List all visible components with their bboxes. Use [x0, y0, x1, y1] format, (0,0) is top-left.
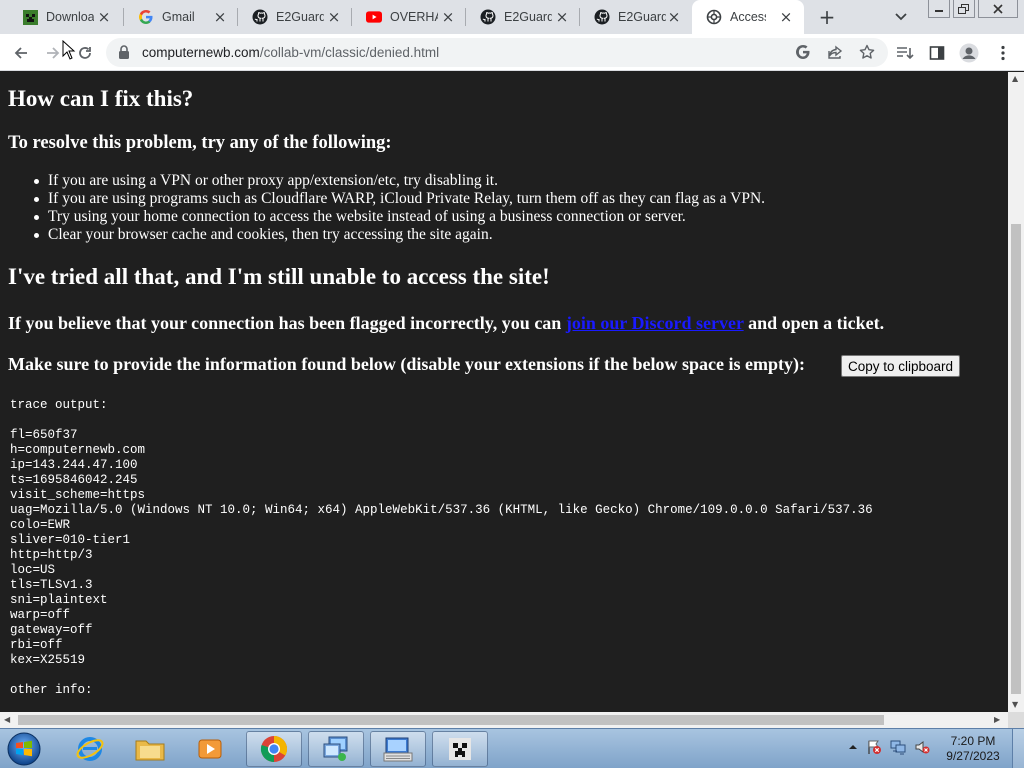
keyboard-icon: [383, 737, 413, 762]
trace-output[interactable]: trace output: fl=650f37 h=computernewb.c…: [10, 398, 873, 698]
google-icon: [138, 9, 154, 25]
flagged-text-after: and open a ticket.: [743, 313, 885, 333]
bookmark-star-icon[interactable]: [854, 39, 880, 65]
tab-title: OVERHAUL: [390, 10, 438, 24]
taskbar-file-explorer[interactable]: [122, 731, 178, 767]
provide-info-text: Make sure to provide the information fou…: [8, 354, 806, 374]
scroll-left-icon[interactable]: ◀: [4, 715, 10, 724]
folder-icon: [135, 740, 165, 761]
url-text[interactable]: computernewb.com/collab-vm/classic/denie…: [142, 45, 439, 60]
browser-toolbar: computernewb.com/collab-vm/classic/denie…: [0, 34, 1024, 71]
close-icon[interactable]: ×: [778, 9, 794, 25]
remote-desktop-icon: [323, 736, 348, 761]
taskbar-media-player[interactable]: [182, 731, 238, 767]
show-desktop-button[interactable]: [1012, 729, 1024, 768]
scrollbar-corner: [1008, 712, 1024, 728]
vertical-scroll-thumb[interactable]: [1011, 224, 1021, 694]
network-icon[interactable]: [890, 739, 906, 755]
action-center-flag-icon[interactable]: [866, 739, 882, 755]
copy-to-clipboard-button[interactable]: Copy to clipboard: [841, 355, 960, 377]
lock-icon[interactable]: [118, 45, 130, 64]
taskbar-keyboard-settings[interactable]: [370, 731, 426, 767]
tab-title: E2Guardian: [618, 10, 666, 24]
chrome-icon: [260, 735, 288, 763]
side-panel-icon[interactable]: [924, 40, 950, 66]
windows-taskbar: 7:20 PM 9/27/2023: [0, 728, 1024, 768]
github-icon: [594, 9, 610, 25]
scroll-right-icon[interactable]: ▶: [994, 715, 1000, 724]
minecraft-icon: [22, 9, 38, 25]
flagged-text-before: If you believe that your connection has …: [8, 313, 566, 333]
scroll-down-icon[interactable]: ▼: [1012, 700, 1018, 709]
tab-download[interactable]: Download ×: [8, 0, 122, 34]
tab-title: Download: [46, 10, 94, 24]
tab-title: Access Denied: [730, 10, 766, 24]
github-icon: [252, 9, 268, 25]
taskbar-internet-explorer[interactable]: [62, 731, 118, 767]
tab-strip: Download × Gmail × E2Guardian × OVERHAUL…: [0, 0, 1024, 34]
tab-access-denied[interactable]: Access Denied ×: [692, 0, 804, 34]
heading-resolve: To resolve this problem, try any of the …: [8, 133, 392, 153]
close-icon[interactable]: ×: [554, 9, 570, 25]
list-item: If you are using a VPN or other proxy ap…: [33, 172, 765, 190]
tab-e2guardian-3[interactable]: E2Guardian ×: [580, 0, 692, 34]
close-icon[interactable]: ×: [96, 9, 112, 25]
scroll-up-icon[interactable]: ▲: [1012, 74, 1018, 83]
close-icon[interactable]: ×: [440, 9, 456, 25]
profile-avatar-icon[interactable]: [956, 40, 982, 66]
system-clock[interactable]: 7:20 PM 9/27/2023: [938, 734, 1008, 764]
clock-date: 9/27/2023: [946, 749, 1000, 763]
close-icon[interactable]: ×: [666, 9, 682, 25]
flagged-paragraph: If you believe that your connection has …: [8, 313, 884, 334]
cloudflare-icon: [706, 9, 722, 25]
media-player-icon: [198, 739, 222, 759]
restore-button[interactable]: [953, 0, 975, 18]
reading-list-icon[interactable]: [892, 40, 918, 66]
new-tab-button[interactable]: +: [816, 6, 838, 28]
tab-search-icon[interactable]: [894, 9, 914, 25]
clock-time: 7:20 PM: [950, 734, 996, 748]
taskbar-remote-desktop[interactable]: [308, 731, 364, 767]
close-window-button[interactable]: [978, 0, 1018, 18]
heading-still-unable: I've tried all that, and I'm still unabl…: [8, 264, 550, 289]
start-button[interactable]: [4, 731, 44, 767]
tab-title: E2Guardian: [276, 10, 324, 24]
close-icon[interactable]: ×: [212, 9, 228, 25]
google-translate-icon[interactable]: [790, 39, 816, 65]
url-domain: computernewb.com: [142, 45, 260, 60]
page-content: How can I fix this? To resolve this prob…: [0, 72, 1008, 712]
horizontal-scrollbar[interactable]: ◀ ▶: [0, 712, 1008, 728]
horizontal-scroll-thumb[interactable]: [18, 715, 884, 725]
internet-explorer-icon: [76, 737, 104, 761]
taskbar-chrome[interactable]: [246, 731, 302, 767]
discord-link[interactable]: join our Discord server: [566, 313, 744, 333]
minecraft-creeper-icon: [449, 738, 471, 760]
back-button[interactable]: [8, 40, 34, 66]
tips-list: If you are using a VPN or other proxy ap…: [33, 172, 766, 244]
list-item: Try using your home connection to access…: [33, 208, 765, 226]
mouse-cursor-icon: [62, 40, 76, 60]
heading-how-to-fix: How can I fix this?: [8, 86, 194, 111]
close-icon[interactable]: ×: [326, 9, 342, 25]
tab-overhaul[interactable]: OVERHAUL ×: [352, 0, 466, 34]
list-item: If you are using programs such as Cloudf…: [33, 190, 766, 207]
tab-gmail[interactable]: Gmail ×: [124, 0, 238, 34]
tab-e2guardian-2[interactable]: E2Guardian ×: [466, 0, 580, 34]
list-item: Clear your browser cache and cookies, th…: [33, 226, 765, 244]
more-menu-icon[interactable]: [990, 40, 1016, 66]
tab-title: E2Guardian: [504, 10, 552, 24]
taskbar-minecraft[interactable]: [432, 731, 488, 767]
url-path: /collab-vm/classic/denied.html: [259, 45, 440, 60]
share-icon[interactable]: [822, 39, 848, 65]
vertical-scrollbar[interactable]: ▲ ▼: [1008, 72, 1024, 712]
tab-e2guardian-1[interactable]: E2Guardian ×: [238, 0, 352, 34]
volume-muted-icon[interactable]: [914, 739, 930, 755]
minimize-button[interactable]: [928, 0, 950, 18]
github-icon: [480, 9, 496, 25]
youtube-icon: [366, 9, 382, 25]
tab-title: Gmail: [162, 10, 195, 24]
show-hidden-icons-icon[interactable]: [845, 739, 861, 755]
address-bar[interactable]: computernewb.com/collab-vm/classic/denie…: [106, 38, 888, 67]
